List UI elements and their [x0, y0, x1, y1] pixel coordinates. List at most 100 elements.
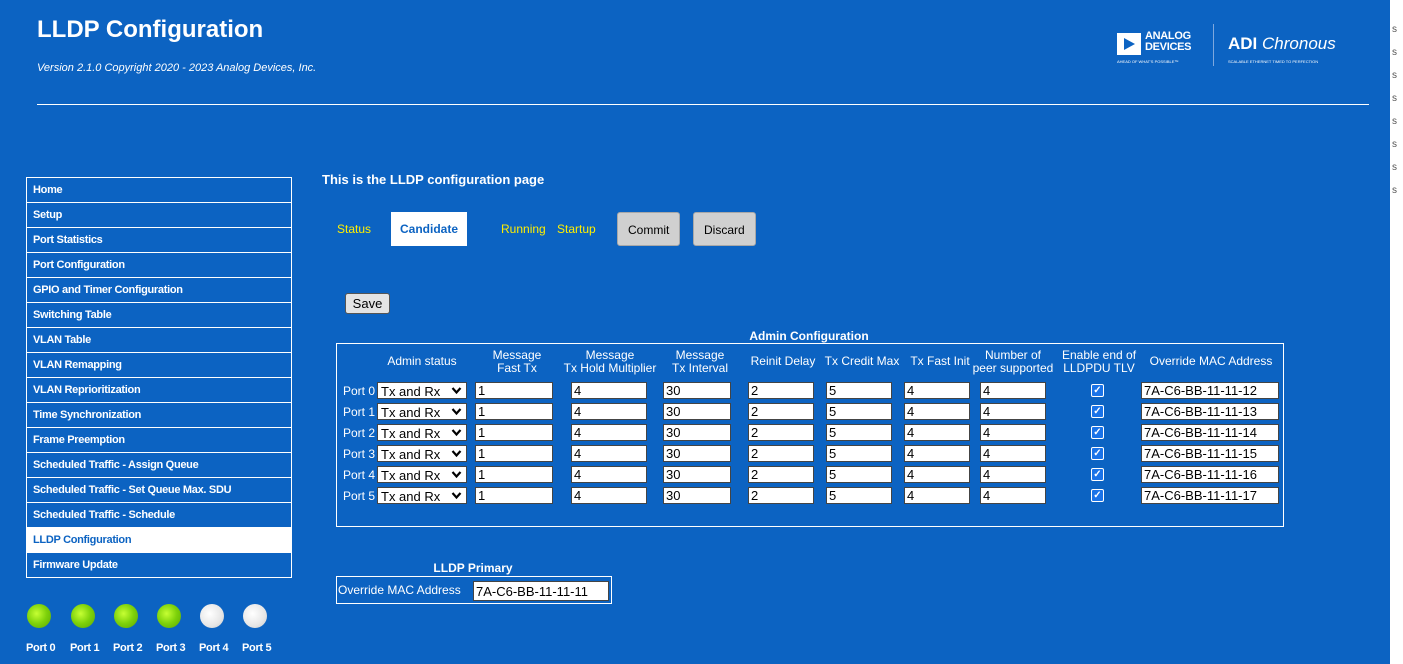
- sidebar-item-port-configuration[interactable]: Port Configuration: [27, 253, 291, 278]
- sidebar-item-setup[interactable]: Setup: [27, 203, 291, 228]
- port-5-tx-credit-max-input[interactable]: [826, 487, 892, 504]
- sidebar-item-gpio-and-timer-configuration[interactable]: GPIO and Timer Configuration: [27, 278, 291, 303]
- port-3-tx-credit-max-input[interactable]: [826, 445, 892, 462]
- page-heading: This is the LLDP configuration page: [322, 172, 545, 187]
- header-enable-eol-tlv: Enable end of LLDPDU TLV: [1054, 349, 1144, 375]
- port-3-eol-tlv-checkbox[interactable]: ✓: [1091, 447, 1104, 460]
- port-5-admin-status-select[interactable]: Tx and Rx: [377, 487, 467, 504]
- port-4-tx-credit-max-input[interactable]: [826, 466, 892, 483]
- port-0-reinit-delay-input[interactable]: [748, 382, 814, 399]
- port-5-tx-fast-init-input[interactable]: [904, 487, 970, 504]
- port-1-tx-interval-input[interactable]: [663, 403, 731, 420]
- lldp-primary-mac-input[interactable]: [473, 581, 609, 601]
- port-1-tx-credit-max-input[interactable]: [826, 403, 892, 420]
- discard-button[interactable]: Discard: [693, 212, 756, 246]
- sidebar-item-port-statistics[interactable]: Port Statistics: [27, 228, 291, 253]
- port-5-reinit-delay-input[interactable]: [748, 487, 814, 504]
- sidebar-item-frame-preemption[interactable]: Frame Preemption: [27, 428, 291, 453]
- port-3-override-mac-input[interactable]: [1141, 445, 1279, 462]
- sidebar-item-time-synchronization[interactable]: Time Synchronization: [27, 403, 291, 428]
- sidebar-item-home[interactable]: Home: [27, 178, 291, 203]
- port-5-tx-interval-input[interactable]: [663, 487, 731, 504]
- port-3-message-fast-tx-input[interactable]: [475, 445, 553, 462]
- port-4-message-fast-tx-input[interactable]: [475, 466, 553, 483]
- port-4-led-label: Port 4: [199, 642, 229, 654]
- port-4-peers-supported-input[interactable]: [980, 466, 1046, 483]
- tab-status[interactable]: Status: [337, 212, 371, 246]
- port-0-tx-fast-init-input[interactable]: [904, 382, 970, 399]
- port-3-tx-fast-init-input[interactable]: [904, 445, 970, 462]
- sidebar-item-firmware-update[interactable]: Firmware Update: [27, 553, 291, 578]
- tab-running[interactable]: Running: [501, 212, 546, 246]
- port-4-label: Port 4: [342, 468, 375, 482]
- port-1-reinit-delay-input[interactable]: [748, 403, 814, 420]
- port-4-admin-status-select[interactable]: Tx and Rx: [377, 466, 467, 483]
- port-4-reinit-delay-input[interactable]: [748, 466, 814, 483]
- port-2-tx-fast-init-input[interactable]: [904, 424, 970, 441]
- port-1-message-fast-tx-input[interactable]: [475, 403, 553, 420]
- port-3-admin-status-select[interactable]: Tx and Rx: [377, 445, 467, 462]
- header-tx-hold-multiplier: Message Tx Hold Multiplier: [559, 349, 661, 375]
- lldp-primary-table: Override MAC Address: [336, 576, 612, 604]
- header-tx-interval: Message Tx Interval: [662, 349, 738, 375]
- port-2-admin-status-select[interactable]: Tx and Rx: [377, 424, 467, 441]
- port-3-admin-status-value: Tx and Rx: [381, 447, 441, 462]
- port-3-reinit-delay-input[interactable]: [748, 445, 814, 462]
- port-4-tx-hold-multiplier-input[interactable]: [571, 466, 647, 483]
- tab-startup[interactable]: Startup: [557, 212, 596, 246]
- port-4-eol-tlv-checkbox[interactable]: ✓: [1091, 468, 1104, 481]
- port-2-override-mac-input[interactable]: [1141, 424, 1279, 441]
- port-2-tx-hold-multiplier-input[interactable]: [571, 424, 647, 441]
- port-0-tx-interval-input[interactable]: [663, 382, 731, 399]
- port-2-tx-credit-max-input[interactable]: [826, 424, 892, 441]
- port-2-reinit-delay-input[interactable]: [748, 424, 814, 441]
- chevron-down-icon: [451, 429, 462, 437]
- port-5-led: [243, 604, 267, 628]
- sidebar-item-scheduled-traffic-assign-queue[interactable]: Scheduled Traffic - Assign Queue: [27, 453, 291, 478]
- port-4-tx-fast-init-input[interactable]: [904, 466, 970, 483]
- sidebar-item-vlan-table[interactable]: VLAN Table: [27, 328, 291, 353]
- port-5-tx-hold-multiplier-input[interactable]: [571, 487, 647, 504]
- port-2-tx-interval-input[interactable]: [663, 424, 731, 441]
- save-button[interactable]: Save: [345, 293, 390, 314]
- sidebar-item-vlan-remapping[interactable]: VLAN Remapping: [27, 353, 291, 378]
- port-4-tx-interval-input[interactable]: [663, 466, 731, 483]
- port-2-eol-tlv-checkbox[interactable]: ✓: [1091, 426, 1104, 439]
- port-0-tx-hold-multiplier-input[interactable]: [571, 382, 647, 399]
- port-3-label: Port 3: [342, 447, 375, 461]
- port-2-message-fast-tx-input[interactable]: [475, 424, 553, 441]
- header-divider: [37, 104, 1369, 105]
- port-1-admin-status-select[interactable]: Tx and Rx: [377, 403, 467, 420]
- sidebar-item-scheduled-traffic-set-queue-max-sdu[interactable]: Scheduled Traffic - Set Queue Max. SDU: [27, 478, 291, 503]
- tab-candidate[interactable]: Candidate: [391, 212, 468, 246]
- port-5-message-fast-tx-input[interactable]: [475, 487, 553, 504]
- port-0-admin-status-select[interactable]: Tx and Rx: [377, 382, 467, 399]
- port-3-peers-supported-input[interactable]: [980, 445, 1046, 462]
- adi-chronous-tagline: SCALABLE ETHERNET TIMED TO PERFECTION: [1228, 59, 1319, 64]
- sidebar-item-vlan-reprioritization[interactable]: VLAN Reprioritization: [27, 378, 291, 403]
- port-0-message-fast-tx-input[interactable]: [475, 382, 553, 399]
- sidebar-item-scheduled-traffic-schedule[interactable]: Scheduled Traffic - Schedule: [27, 503, 291, 528]
- port-1-tx-hold-multiplier-input[interactable]: [571, 403, 647, 420]
- port-1-override-mac-input[interactable]: [1141, 403, 1279, 420]
- port-1-eol-tlv-checkbox[interactable]: ✓: [1091, 405, 1104, 418]
- port-5-peers-supported-input[interactable]: [980, 487, 1046, 504]
- sidebar-item-switching-table[interactable]: Switching Table: [27, 303, 291, 328]
- port-0-override-mac-input[interactable]: [1141, 382, 1279, 399]
- port-3-tx-hold-multiplier-input[interactable]: [571, 445, 647, 462]
- port-1-peers-supported-input[interactable]: [980, 403, 1046, 420]
- port-0-peers-supported-input[interactable]: [980, 382, 1046, 399]
- strip-glyph-4: s: [1392, 116, 1397, 127]
- port-5-override-mac-input[interactable]: [1141, 487, 1279, 504]
- port-0-tx-credit-max-input[interactable]: [826, 382, 892, 399]
- port-2-peers-supported-input[interactable]: [980, 424, 1046, 441]
- port-1-tx-fast-init-input[interactable]: [904, 403, 970, 420]
- commit-button[interactable]: Commit: [617, 212, 681, 246]
- port-5-eol-tlv-checkbox[interactable]: ✓: [1091, 489, 1104, 502]
- port-3-tx-interval-input[interactable]: [663, 445, 731, 462]
- chevron-down-icon: [451, 471, 462, 479]
- sidebar-item-lldp-configuration[interactable]: LLDP Configuration: [27, 528, 291, 553]
- port-2-led-label: Port 2: [113, 642, 143, 654]
- port-4-override-mac-input[interactable]: [1141, 466, 1279, 483]
- port-0-eol-tlv-checkbox[interactable]: ✓: [1091, 384, 1104, 397]
